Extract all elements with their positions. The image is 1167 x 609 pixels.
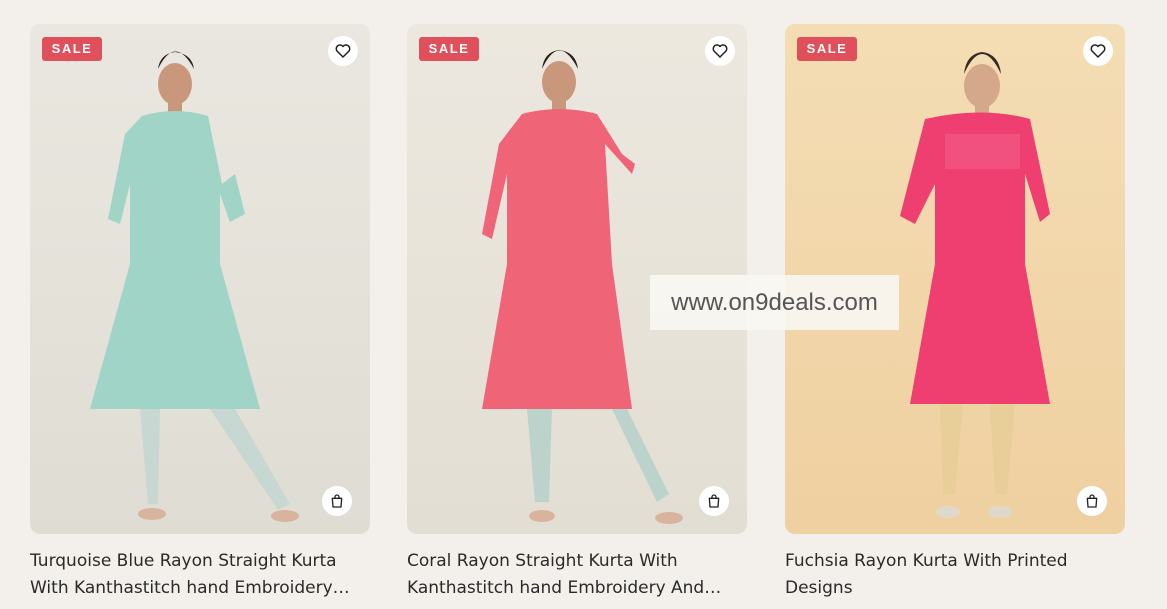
sale-badge: SALE bbox=[419, 37, 479, 61]
wishlist-button[interactable] bbox=[328, 36, 358, 66]
kurta-shape bbox=[482, 109, 635, 409]
heart-icon bbox=[712, 44, 728, 58]
product-card[interactable]: SALE Turquoise Blue Rayon Straight Kurta… bbox=[30, 24, 370, 609]
shopping-bag-icon bbox=[331, 494, 343, 508]
shopping-bag-icon bbox=[1086, 494, 1098, 508]
watermark-text: www.on9deals.com bbox=[650, 275, 899, 330]
model-photo bbox=[90, 51, 299, 522]
wishlist-button[interactable] bbox=[1083, 36, 1113, 66]
shopping-bag-icon bbox=[708, 494, 720, 508]
product-image[interactable]: SALE bbox=[30, 24, 370, 534]
product-title[interactable]: Coral Rayon Straight Kurta With Kanthast… bbox=[407, 548, 747, 602]
add-to-bag-button[interactable] bbox=[322, 486, 352, 516]
kurta-shape bbox=[90, 111, 260, 409]
heart-icon bbox=[1090, 44, 1106, 58]
product-title[interactable]: Fuchsia Rayon Kurta With Printed Designs bbox=[785, 548, 1125, 602]
heart-icon bbox=[335, 44, 351, 58]
add-to-bag-button[interactable] bbox=[1077, 486, 1107, 516]
wishlist-button[interactable] bbox=[705, 36, 735, 66]
sale-badge: SALE bbox=[42, 37, 102, 61]
sale-badge: SALE bbox=[797, 37, 857, 61]
product-title[interactable]: Turquoise Blue Rayon Straight Kurta With… bbox=[30, 548, 370, 602]
add-to-bag-button[interactable] bbox=[699, 486, 729, 516]
product-grid: SALE Turquoise Blue Rayon Straight Kurta… bbox=[0, 0, 1167, 609]
